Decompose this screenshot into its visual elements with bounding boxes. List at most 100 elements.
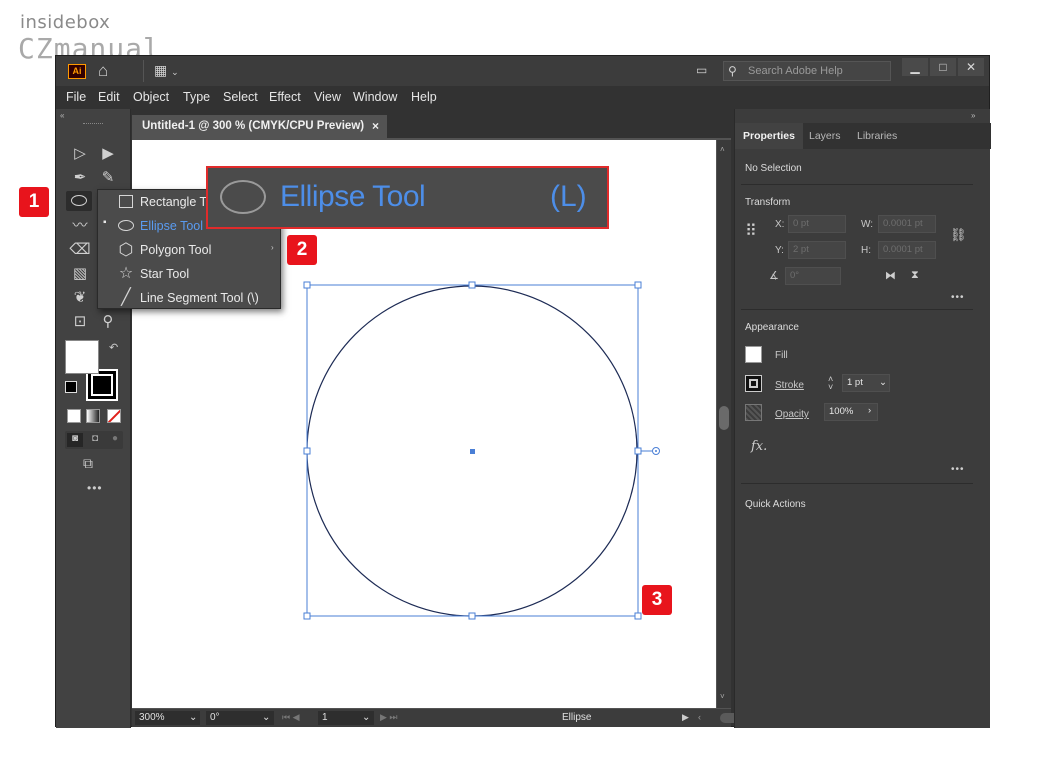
artboard-nav-next-last-icon[interactable]: ▶ ⏭: [380, 712, 398, 723]
pen-tool-icon[interactable]: ✒: [68, 167, 92, 189]
close-tab-icon[interactable]: ×: [372, 119, 379, 133]
menu-file[interactable]: File: [66, 90, 86, 104]
tab-libraries[interactable]: Libraries: [849, 123, 905, 149]
appearance-more-icon[interactable]: •••: [951, 464, 965, 475]
search-help-input[interactable]: ⚲ Search Adobe Help: [723, 61, 891, 81]
menu-type[interactable]: Type: [183, 90, 210, 104]
selection-tool-icon[interactable]: ▷: [68, 143, 92, 165]
eraser-tool-icon[interactable]: ⌫: [68, 239, 92, 261]
document-tab-title: Untitled-1 @ 300 % (CMYK/CPU Preview): [142, 120, 365, 132]
collapse-toolbar-icon[interactable]: «: [60, 111, 64, 120]
polygon-icon: ⬡: [118, 240, 134, 259]
maximize-button[interactable]: □: [930, 58, 956, 76]
zoom-level-field[interactable]: 300% ⌄: [135, 711, 200, 725]
tab-layers[interactable]: Layers: [801, 123, 849, 149]
menu-view[interactable]: View: [314, 90, 341, 104]
curvature-tool-icon[interactable]: ✎: [96, 167, 120, 189]
menu-window[interactable]: Window: [353, 90, 397, 104]
flip-horizontal-icon[interactable]: ⧓: [885, 269, 896, 282]
artboard-nav-first-prev-icon[interactable]: ⏮ ◀: [282, 712, 300, 723]
artboard-tool-icon[interactable]: ⊡: [68, 311, 92, 333]
default-colors-icon[interactable]: [65, 381, 77, 393]
w-field[interactable]: 0.0001 pt: [878, 215, 936, 233]
chevron-down-icon: ⌄: [189, 712, 198, 723]
constrain-proportions-icon[interactable]: ⛓: [950, 227, 967, 243]
opacity-field[interactable]: 100% ›: [824, 403, 878, 421]
gradient-tool-icon[interactable]: ▧: [68, 263, 92, 285]
rectangle-icon: [117, 194, 135, 210]
puppet-warp-tool-icon[interactable]: ❦: [68, 287, 92, 309]
handle-top-left: [303, 281, 311, 289]
fill-color-swatch[interactable]: [65, 340, 99, 374]
draw-normal-icon[interactable]: ◙: [67, 433, 83, 447]
flyout-item-polygon[interactable]: ⬡ Polygon Tool ›: [98, 238, 280, 262]
scroll-up-icon[interactable]: ˄: [720, 145, 725, 154]
flyout-item-line-segment[interactable]: ╱ Line Segment Tool (\): [98, 286, 280, 310]
menu-effect[interactable]: Effect: [269, 90, 301, 104]
y-label: Y:: [775, 245, 784, 256]
y-field[interactable]: 2 pt: [788, 241, 846, 259]
swap-colors-icon[interactable]: ↶: [109, 341, 118, 354]
scroll-left-icon[interactable]: ‹: [698, 712, 701, 722]
gradient-mode-icon[interactable]: [86, 409, 100, 423]
document-tab[interactable]: Untitled-1 @ 300 % (CMYK/CPU Preview) ×: [132, 115, 387, 138]
workspace-switcher-icon[interactable]: ▦ ⌄: [154, 62, 179, 79]
expand-panel-icon[interactable]: »: [971, 111, 975, 120]
flyout-item-star[interactable]: ☆ Star Tool: [98, 262, 280, 286]
rotate-field[interactable]: 0°: [785, 267, 841, 285]
toolbar-grip[interactable]: [83, 123, 103, 125]
tab-properties[interactable]: Properties: [735, 123, 803, 149]
draw-behind-icon[interactable]: ◘: [87, 433, 103, 447]
home-icon[interactable]: ⌂: [98, 61, 108, 81]
artboard-number-field[interactable]: 1 ⌄: [318, 711, 374, 725]
chevron-down-icon: ⌄: [362, 712, 371, 723]
ellipse-tool-button[interactable]: [66, 191, 92, 211]
transform-more-icon[interactable]: •••: [951, 292, 965, 303]
flyout-item-label: Star Tool: [140, 267, 190, 281]
opacity-icon[interactable]: [745, 404, 762, 421]
stroke-swatch[interactable]: [745, 375, 762, 392]
fill-swatch[interactable]: [745, 346, 762, 363]
fx-effects-icon[interactable]: fx.: [751, 439, 767, 454]
chevron-right-icon: ›: [868, 405, 872, 416]
scroll-thumb[interactable]: [719, 406, 729, 430]
menu-edit[interactable]: Edit: [98, 90, 120, 104]
zoom-tool-icon[interactable]: ⚲: [96, 311, 120, 333]
menu-help[interactable]: Help: [411, 90, 437, 104]
screen-mode-icon[interactable]: ⧉: [83, 455, 93, 472]
stroke-label[interactable]: Stroke: [775, 380, 804, 391]
minimize-button[interactable]: ▁: [902, 58, 928, 76]
flyout-item-label: Polygon Tool: [140, 243, 212, 257]
status-menu-icon[interactable]: ▶: [682, 712, 689, 723]
appearance-title: Appearance: [745, 322, 799, 333]
x-label: X:: [775, 219, 785, 230]
handle-bottom-right: [634, 612, 642, 620]
h-field[interactable]: 0.0001 pt: [878, 241, 936, 259]
flip-vertical-icon[interactable]: ⧗: [911, 269, 919, 282]
divider: [741, 483, 973, 484]
divider: [143, 60, 144, 82]
callout-tool-name: Ellipse Tool: [280, 180, 426, 213]
none-mode-icon[interactable]: [107, 409, 121, 423]
menu-select[interactable]: Select: [223, 90, 258, 104]
x-field[interactable]: 0 pt: [788, 215, 846, 233]
ellipse-tool-callout: Ellipse Tool (L): [206, 166, 609, 229]
reference-point-icon[interactable]: ⠿: [745, 222, 765, 242]
stroke-weight-field[interactable]: 1 pt ⌄: [842, 374, 890, 392]
edit-toolbar-icon[interactable]: •••: [87, 481, 103, 495]
draw-inside-icon[interactable]: ●: [107, 433, 123, 447]
panel-toggle-icon[interactable]: ▭: [696, 63, 707, 77]
opacity-label[interactable]: Opacity: [775, 409, 809, 420]
menu-object[interactable]: Object: [133, 90, 169, 104]
direct-selection-tool-icon[interactable]: ▶: [96, 143, 120, 165]
close-button[interactable]: ✕: [958, 58, 984, 76]
line-icon: ╱: [121, 289, 131, 306]
scroll-down-icon[interactable]: ˅: [720, 692, 725, 701]
vertical-scrollbar[interactable]: ˄ ˅: [717, 140, 731, 708]
stroke-stepper-icon[interactable]: ˄ ˅: [828, 375, 833, 392]
color-mode-icon[interactable]: [67, 409, 81, 423]
center-point: [470, 449, 475, 454]
shaper-tool-icon[interactable]: 〰: [68, 215, 92, 237]
rotation-field[interactable]: 0° ⌄: [206, 711, 274, 725]
submenu-arrow-icon: ›: [271, 243, 274, 252]
